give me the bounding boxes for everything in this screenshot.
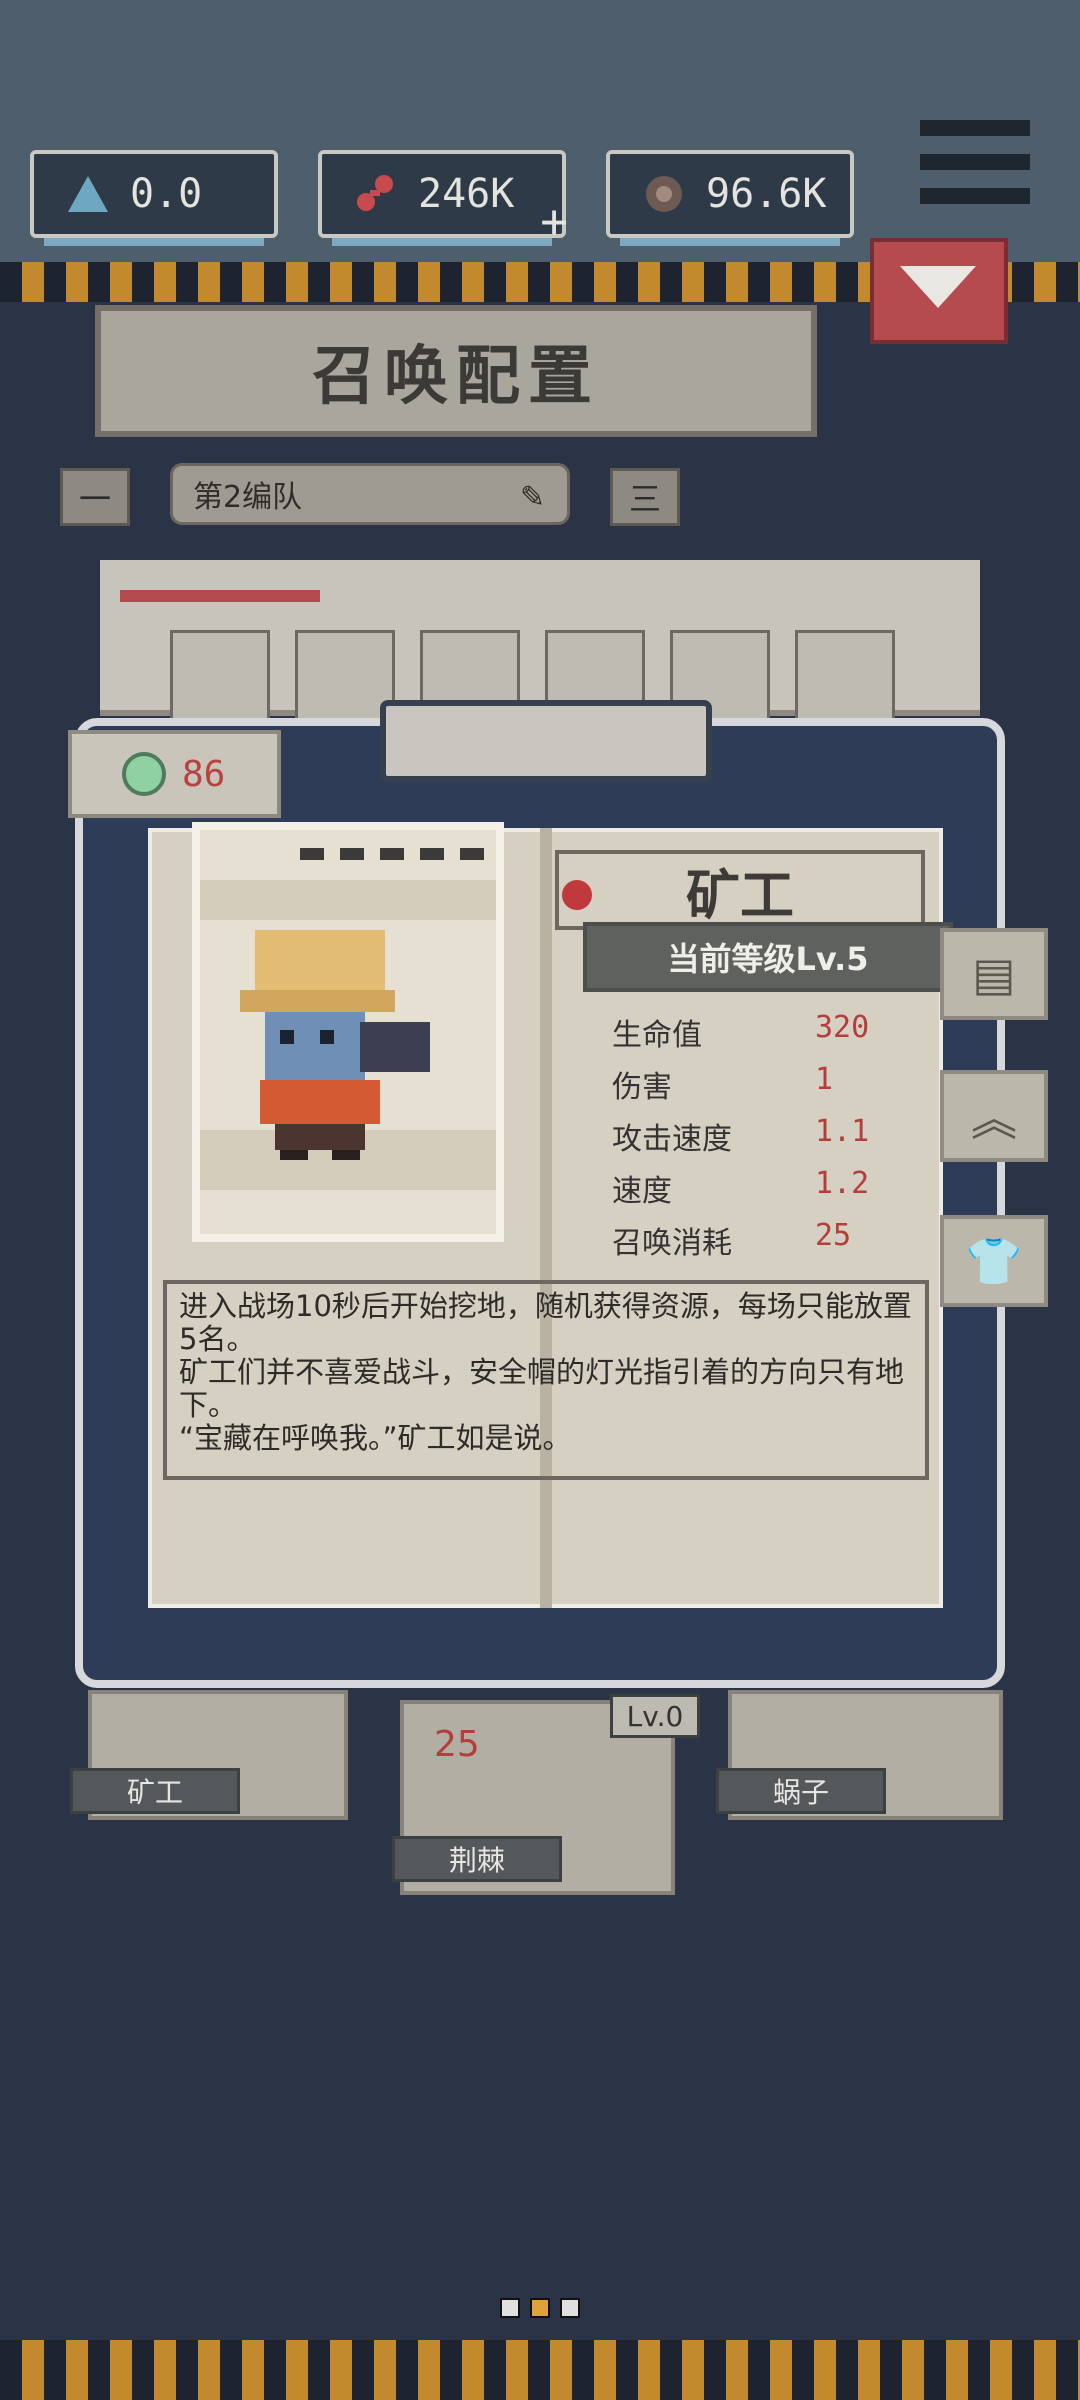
unit-level-bar: 当前等级Lv.5 [583, 922, 953, 992]
stat-row: 速度 1.2 [550, 1166, 920, 1216]
resource-dna-value: 246K [418, 171, 515, 217]
stat-value: 25 [815, 1218, 852, 1253]
stat-row: 召唤消耗 25 [550, 1218, 920, 1268]
stat-label: 速度 [612, 1174, 672, 1209]
triangle-down-icon [900, 266, 976, 308]
edit-icon[interactable]: ✎ [520, 480, 545, 515]
team-menu-button[interactable]: 三 [610, 468, 680, 526]
miner-sprite [240, 930, 440, 1160]
team-prev-button[interactable]: 一 [60, 468, 130, 526]
unit-description: 进入战场10秒后开始挖地，随机获得资源，每场只能放置5名。 矿工们并不喜爱战斗，… [163, 1280, 929, 1480]
resource-triangle-value: 0.0 [130, 171, 203, 217]
stat-label: 召唤消耗 [612, 1226, 732, 1261]
team-selector: 一 第2编队 ✎ 三 [60, 463, 680, 535]
clipboard-clip [380, 700, 712, 782]
card-level: Lv.0 [610, 1694, 700, 1738]
resource-coin-value: 96.6K [706, 171, 827, 217]
gear-coin-icon [640, 170, 688, 218]
hazard-stripes-bottom [0, 2340, 1080, 2400]
book-icon[interactable]: ▤ [940, 928, 1048, 1020]
upgrade-icon[interactable]: ︽ [940, 1070, 1048, 1162]
page-dot-active[interactable] [530, 2298, 550, 2318]
unit-name-box: 矿工 [555, 850, 925, 930]
unit-card-label: 矿工 [70, 1768, 240, 1814]
unit-card-label: 荆棘 [392, 1836, 562, 1882]
top-bar: 0.0 246K + 96.6K [0, 0, 1080, 262]
stat-value: 1 [815, 1062, 834, 1097]
stat-label: 攻击速度 [612, 1122, 732, 1157]
triangle-icon [64, 170, 112, 218]
resource-dna[interactable]: 246K + [318, 150, 568, 248]
team-name: 第2编队 [193, 480, 303, 515]
shirt-icon[interactable]: 👕 [940, 1215, 1048, 1307]
energy-value: 86 [182, 753, 226, 795]
unit-slot-strip [100, 560, 980, 726]
unit-card-label: 蜗子 [716, 1768, 886, 1814]
stat-value: 1.1 [815, 1114, 870, 1149]
page-title: 召唤配置 [312, 340, 600, 414]
stat-label: 生命值 [612, 1018, 702, 1053]
unit-level: 当前等级Lv.5 [667, 940, 869, 978]
resource-triangle[interactable]: 0.0 [30, 150, 278, 246]
card-cost: 25 [434, 1724, 480, 1765]
unit-name: 矿工 [686, 863, 794, 927]
team-name-field[interactable]: 第2编队 ✎ [170, 463, 570, 525]
stat-row: 攻击速度 1.1 [550, 1114, 920, 1164]
stat-row: 生命值 320 [550, 1010, 920, 1060]
unit-slot[interactable] [170, 630, 270, 726]
stat-value: 1.2 [815, 1166, 870, 1201]
page-indicator [500, 2298, 580, 2318]
page-dot[interactable] [500, 2298, 520, 2318]
stat-label: 伤害 [612, 1070, 672, 1105]
bulb-icon [122, 752, 166, 796]
resource-coin[interactable]: 96.6K [606, 150, 854, 246]
hamburger-menu-icon[interactable] [920, 120, 1030, 220]
collapse-button[interactable] [870, 238, 1008, 344]
page-dot[interactable] [560, 2298, 580, 2318]
page-title-plaque: 召唤配置 [95, 305, 817, 437]
dna-icon [352, 170, 400, 218]
stat-row: 伤害 1 [550, 1062, 920, 1112]
stat-value: 320 [815, 1010, 870, 1045]
energy-badge: 86 [68, 730, 281, 818]
red-pin-icon [562, 880, 592, 910]
unit-slot[interactable] [795, 630, 895, 726]
